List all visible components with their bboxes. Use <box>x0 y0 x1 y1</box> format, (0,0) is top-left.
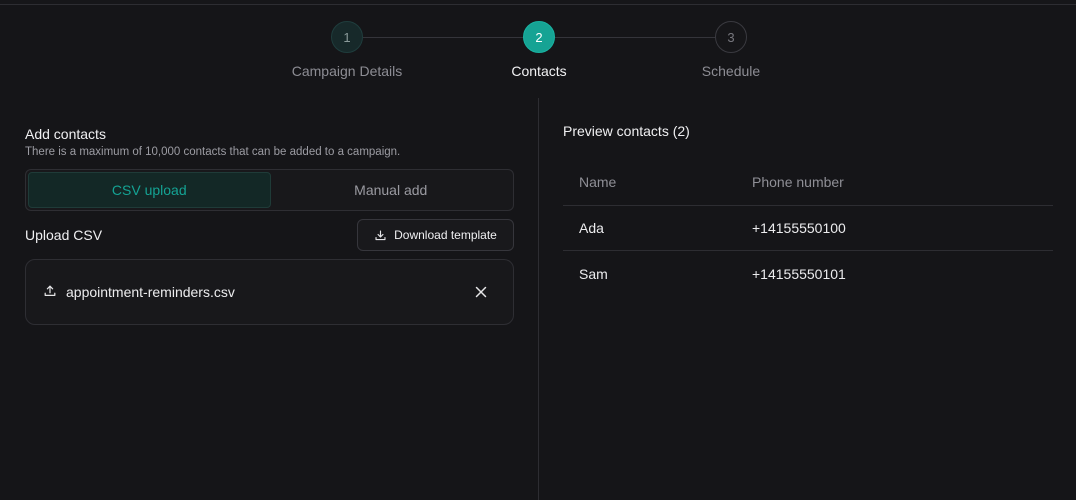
uploaded-file-card: appointment-reminders.csv <box>25 259 514 325</box>
download-template-label: Download template <box>394 228 497 242</box>
step-1-label: Campaign Details <box>291 63 403 79</box>
step-1-circle[interactable]: 1 <box>331 21 363 53</box>
file-name: appointment-reminders.csv <box>66 284 235 300</box>
step-2-circle[interactable]: 2 <box>523 21 555 53</box>
close-icon[interactable] <box>473 284 489 300</box>
contact-phone: +14155550101 <box>752 265 846 282</box>
download-template-button[interactable]: Download template <box>357 219 514 251</box>
stepper: 1 2 3 Campaign Details Contacts Schedule <box>0 0 1076 95</box>
panel-divider <box>538 98 539 500</box>
preview-contacts-table: Name Phone number Ada +14155550100 Sam +… <box>563 158 1053 296</box>
step-3-circle[interactable]: 3 <box>715 21 747 53</box>
contact-name: Ada <box>579 220 604 236</box>
tab-manual-add[interactable]: Manual add <box>271 172 512 208</box>
table-header-row: Name Phone number <box>563 158 1053 206</box>
column-header-phone: Phone number <box>752 173 844 190</box>
step-2-label: Contacts <box>511 63 567 79</box>
add-contacts-subtitle: There is a maximum of 10,000 contacts th… <box>25 146 401 158</box>
download-icon <box>375 229 386 240</box>
step-3-label: Schedule <box>701 63 761 79</box>
add-contacts-title: Add contacts <box>25 126 106 142</box>
table-row: Sam +14155550101 <box>563 251 1053 296</box>
step-connector-1-2 <box>363 37 523 38</box>
upload-csv-label: Upload CSV <box>25 227 103 243</box>
contact-name: Sam <box>579 265 608 282</box>
contact-method-toggle: CSV upload Manual add <box>25 169 514 211</box>
table-row: Ada +14155550100 <box>563 206 1053 251</box>
contact-phone: +14155550100 <box>752 220 846 236</box>
step-connector-2-3 <box>555 37 715 38</box>
column-header-name: Name <box>579 173 617 190</box>
upload-icon <box>44 285 56 296</box>
preview-contacts-title: Preview contacts (2) <box>563 123 690 139</box>
tab-csv-upload[interactable]: CSV upload <box>28 172 271 208</box>
